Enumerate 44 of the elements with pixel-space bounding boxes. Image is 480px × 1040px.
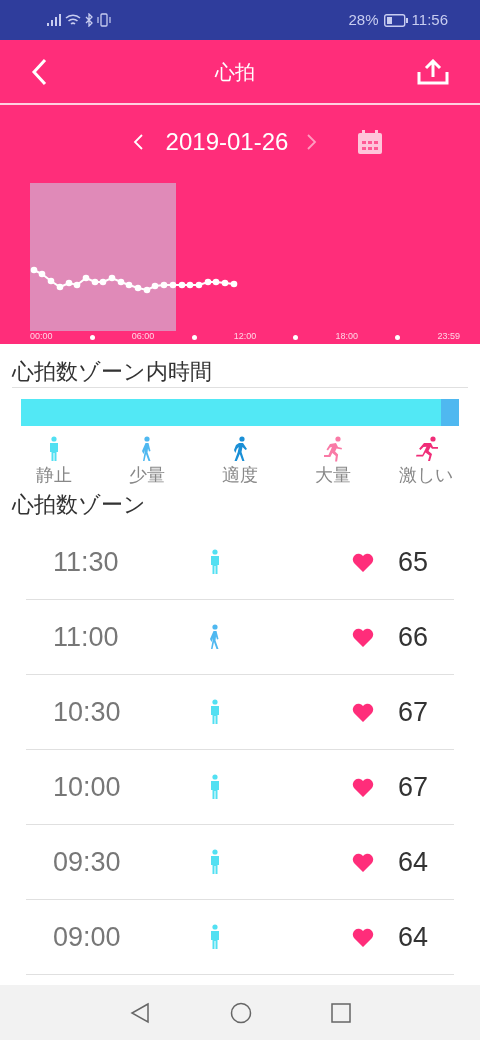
zone-label: 大量 <box>315 464 351 487</box>
axis-label: 06:00 <box>131 330 155 344</box>
signal-icon <box>46 13 62 27</box>
zone-label: 少量 <box>129 464 165 487</box>
date-label: 2019-01-26 <box>165 127 289 157</box>
clock-time: 11:56 <box>411 9 448 30</box>
heart-icon <box>352 702 374 722</box>
nav-back-button[interactable] <box>129 1001 152 1024</box>
time-label: 10:30 <box>53 695 122 729</box>
heart-icon <box>352 552 374 572</box>
bpm-value: 67 <box>396 770 428 804</box>
page-title: 心拍 <box>215 59 255 85</box>
nav-recents-button[interactable] <box>330 1002 351 1023</box>
bpm-value: 64 <box>396 920 428 954</box>
axis-label: 12:00 <box>233 330 257 344</box>
bpm-value: 65 <box>396 545 428 579</box>
heart-icon <box>352 852 374 872</box>
axis-label: 00:00 <box>30 330 53 344</box>
time-label: 11:30 <box>53 545 120 579</box>
battery-icon <box>383 13 408 27</box>
bluetooth-icon <box>84 13 94 27</box>
heart-icon <box>352 627 374 647</box>
axis-label: 23:59 <box>437 330 460 344</box>
bpm-value: 67 <box>396 695 428 729</box>
wifi-icon <box>65 13 81 27</box>
axis-label: 18:00 <box>335 330 359 344</box>
vibrate-icon <box>97 13 111 27</box>
time-label: 11:00 <box>53 620 120 654</box>
calendar-button[interactable] <box>356 128 385 156</box>
zone-label: 静止 <box>36 464 72 487</box>
time-label: 09:00 <box>53 920 122 954</box>
share-button[interactable] <box>416 56 450 87</box>
section-title: 心拍数ゾーン <box>12 492 146 517</box>
time-label: 09:30 <box>53 845 122 879</box>
nav-home-button[interactable] <box>230 1001 252 1024</box>
bpm-value: 64 <box>396 845 428 879</box>
zone-label: 激しい <box>399 464 453 487</box>
heart-icon <box>352 777 374 797</box>
time-label: 10:00 <box>53 770 122 804</box>
heart-icon <box>352 927 374 947</box>
bpm-value: 66 <box>396 620 428 654</box>
zone-label: 適度 <box>222 464 258 487</box>
section-title: 心拍数ゾーン内時間 <box>12 359 212 384</box>
battery-percent: 28% <box>348 9 379 30</box>
